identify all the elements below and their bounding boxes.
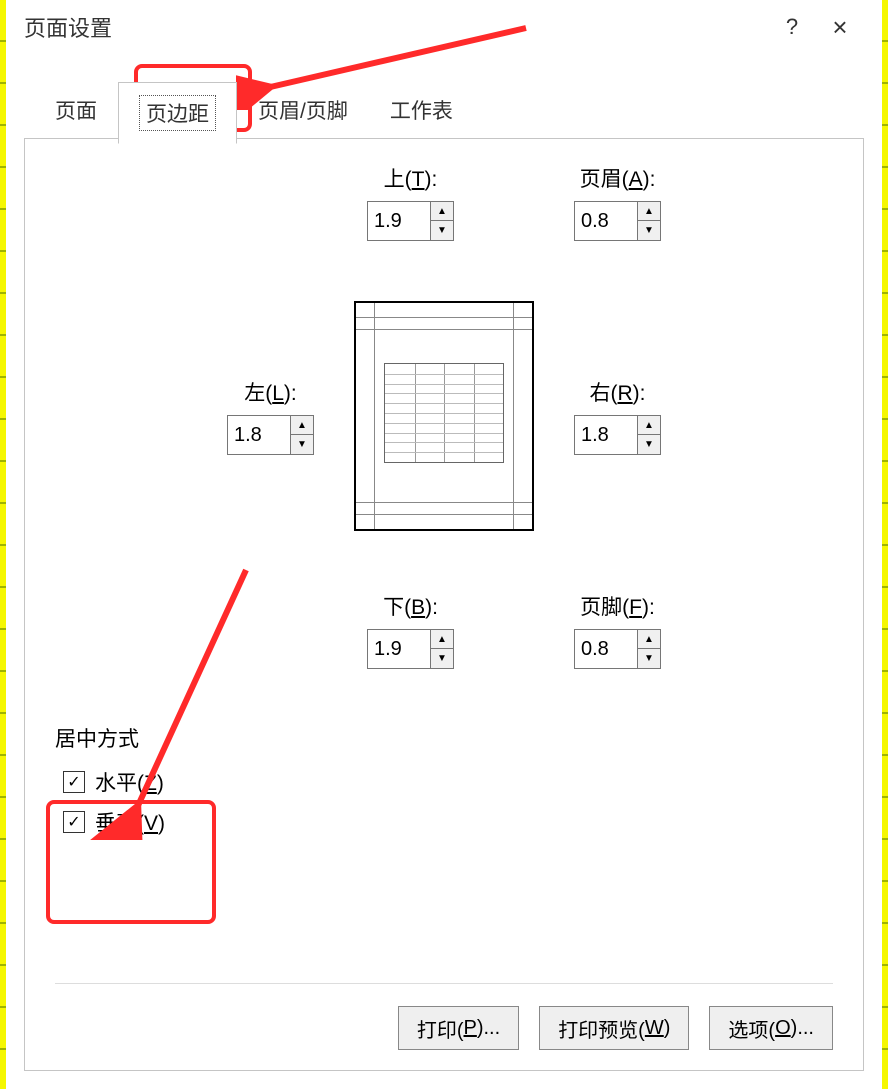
margin-footer-group: 页脚(F): ▲ ▼ (574, 591, 661, 669)
tab-sheet-label: 工作表 (390, 100, 453, 123)
options-button[interactable]: 选项(O)... (709, 1006, 833, 1050)
center-section-title: 居中方式 (55, 723, 833, 753)
margin-left-group: 左(L): ▲ ▼ (227, 377, 314, 455)
margin-bottom-label: 下(B): (383, 591, 438, 621)
margin-top-spinner[interactable]: ▲ ▼ (367, 201, 454, 241)
spin-up-icon[interactable]: ▲ (431, 202, 453, 221)
close-button[interactable]: × (816, 12, 864, 43)
margin-top-group: 上(T): ▲ ▼ (367, 163, 454, 241)
center-horizontal-label: 水平(Z) (95, 767, 164, 797)
page-setup-dialog: 页面设置 ? × 页面 页边距 页眉/页脚 工作表 上(T): ▲ ▼ (6, 0, 882, 1089)
print-button[interactable]: 打印(P)... (398, 1006, 519, 1050)
tab-page[interactable]: 页面 (34, 82, 118, 144)
spin-down-icon[interactable]: ▼ (431, 221, 453, 240)
spin-down-icon[interactable]: ▼ (638, 221, 660, 240)
margin-bottom-spinner[interactable]: ▲ ▼ (367, 629, 454, 669)
spin-up-icon[interactable]: ▲ (431, 630, 453, 649)
spin-down-icon[interactable]: ▼ (638, 435, 660, 454)
preview-grid-icon (384, 363, 504, 463)
dialog-title: 页面设置 (24, 11, 112, 43)
help-button[interactable]: ? (768, 14, 816, 40)
tab-header-footer[interactable]: 页眉/页脚 (237, 82, 369, 144)
tab-header-footer-label: 页眉/页脚 (258, 100, 348, 123)
spin-up-icon[interactable]: ▲ (291, 416, 313, 435)
tab-margins-label: 页边距 (139, 95, 216, 131)
margin-header-input[interactable] (575, 202, 637, 240)
spin-up-icon[interactable]: ▲ (638, 416, 660, 435)
center-vertical-checkbox[interactable]: ✓ (63, 811, 85, 833)
titlebar: 页面设置 ? × (6, 0, 882, 54)
margin-top-input[interactable] (368, 202, 430, 240)
margin-top-label: 上(T): (384, 163, 438, 193)
divider (55, 983, 833, 984)
margin-left-spinner[interactable]: ▲ ▼ (227, 415, 314, 455)
print-preview-button[interactable]: 打印预览(W) (539, 1006, 689, 1050)
center-vertical-label: 垂直(V) (95, 807, 165, 837)
spin-down-icon[interactable]: ▼ (291, 435, 313, 454)
margin-header-group: 页眉(A): ▲ ▼ (574, 163, 661, 241)
margin-left-label: 左(L): (244, 377, 297, 407)
page-preview (354, 301, 534, 531)
margin-right-label: 右(R): (590, 377, 646, 407)
spin-up-icon[interactable]: ▲ (638, 202, 660, 221)
tab-margins[interactable]: 页边距 (118, 82, 237, 144)
margin-footer-input[interactable] (575, 630, 637, 668)
margin-right-input[interactable] (575, 416, 637, 454)
tab-page-label: 页面 (55, 100, 97, 123)
button-row: 打印(P)... 打印预览(W) 选项(O)... (398, 1006, 833, 1050)
margin-header-spinner[interactable]: ▲ ▼ (574, 201, 661, 241)
margin-footer-spinner[interactable]: ▲ ▼ (574, 629, 661, 669)
center-horizontal-checkbox[interactable]: ✓ (63, 771, 85, 793)
tab-strip: 页面 页边距 页眉/页脚 工作表 (6, 82, 882, 144)
margin-header-label: 页眉(A): (580, 163, 656, 193)
spin-down-icon[interactable]: ▼ (431, 649, 453, 668)
margin-left-input[interactable] (228, 416, 290, 454)
center-checks: ✓ 水平(Z) ✓ 垂直(V) (55, 767, 833, 837)
margin-bottom-input[interactable] (368, 630, 430, 668)
spin-up-icon[interactable]: ▲ (638, 630, 660, 649)
tab-panel: 上(T): ▲ ▼ 页眉(A): ▲ (24, 138, 864, 1071)
spin-down-icon[interactable]: ▼ (638, 649, 660, 668)
check-icon: ✓ (67, 812, 80, 832)
margin-bottom-group: 下(B): ▲ ▼ (367, 591, 454, 669)
check-icon: ✓ (67, 772, 80, 792)
margin-right-spinner[interactable]: ▲ ▼ (574, 415, 661, 455)
background-right-stripe (882, 0, 888, 1089)
margin-right-group: 右(R): ▲ ▼ (574, 377, 661, 455)
margin-footer-label: 页脚(F): (580, 591, 655, 621)
tab-sheet[interactable]: 工作表 (369, 82, 474, 144)
